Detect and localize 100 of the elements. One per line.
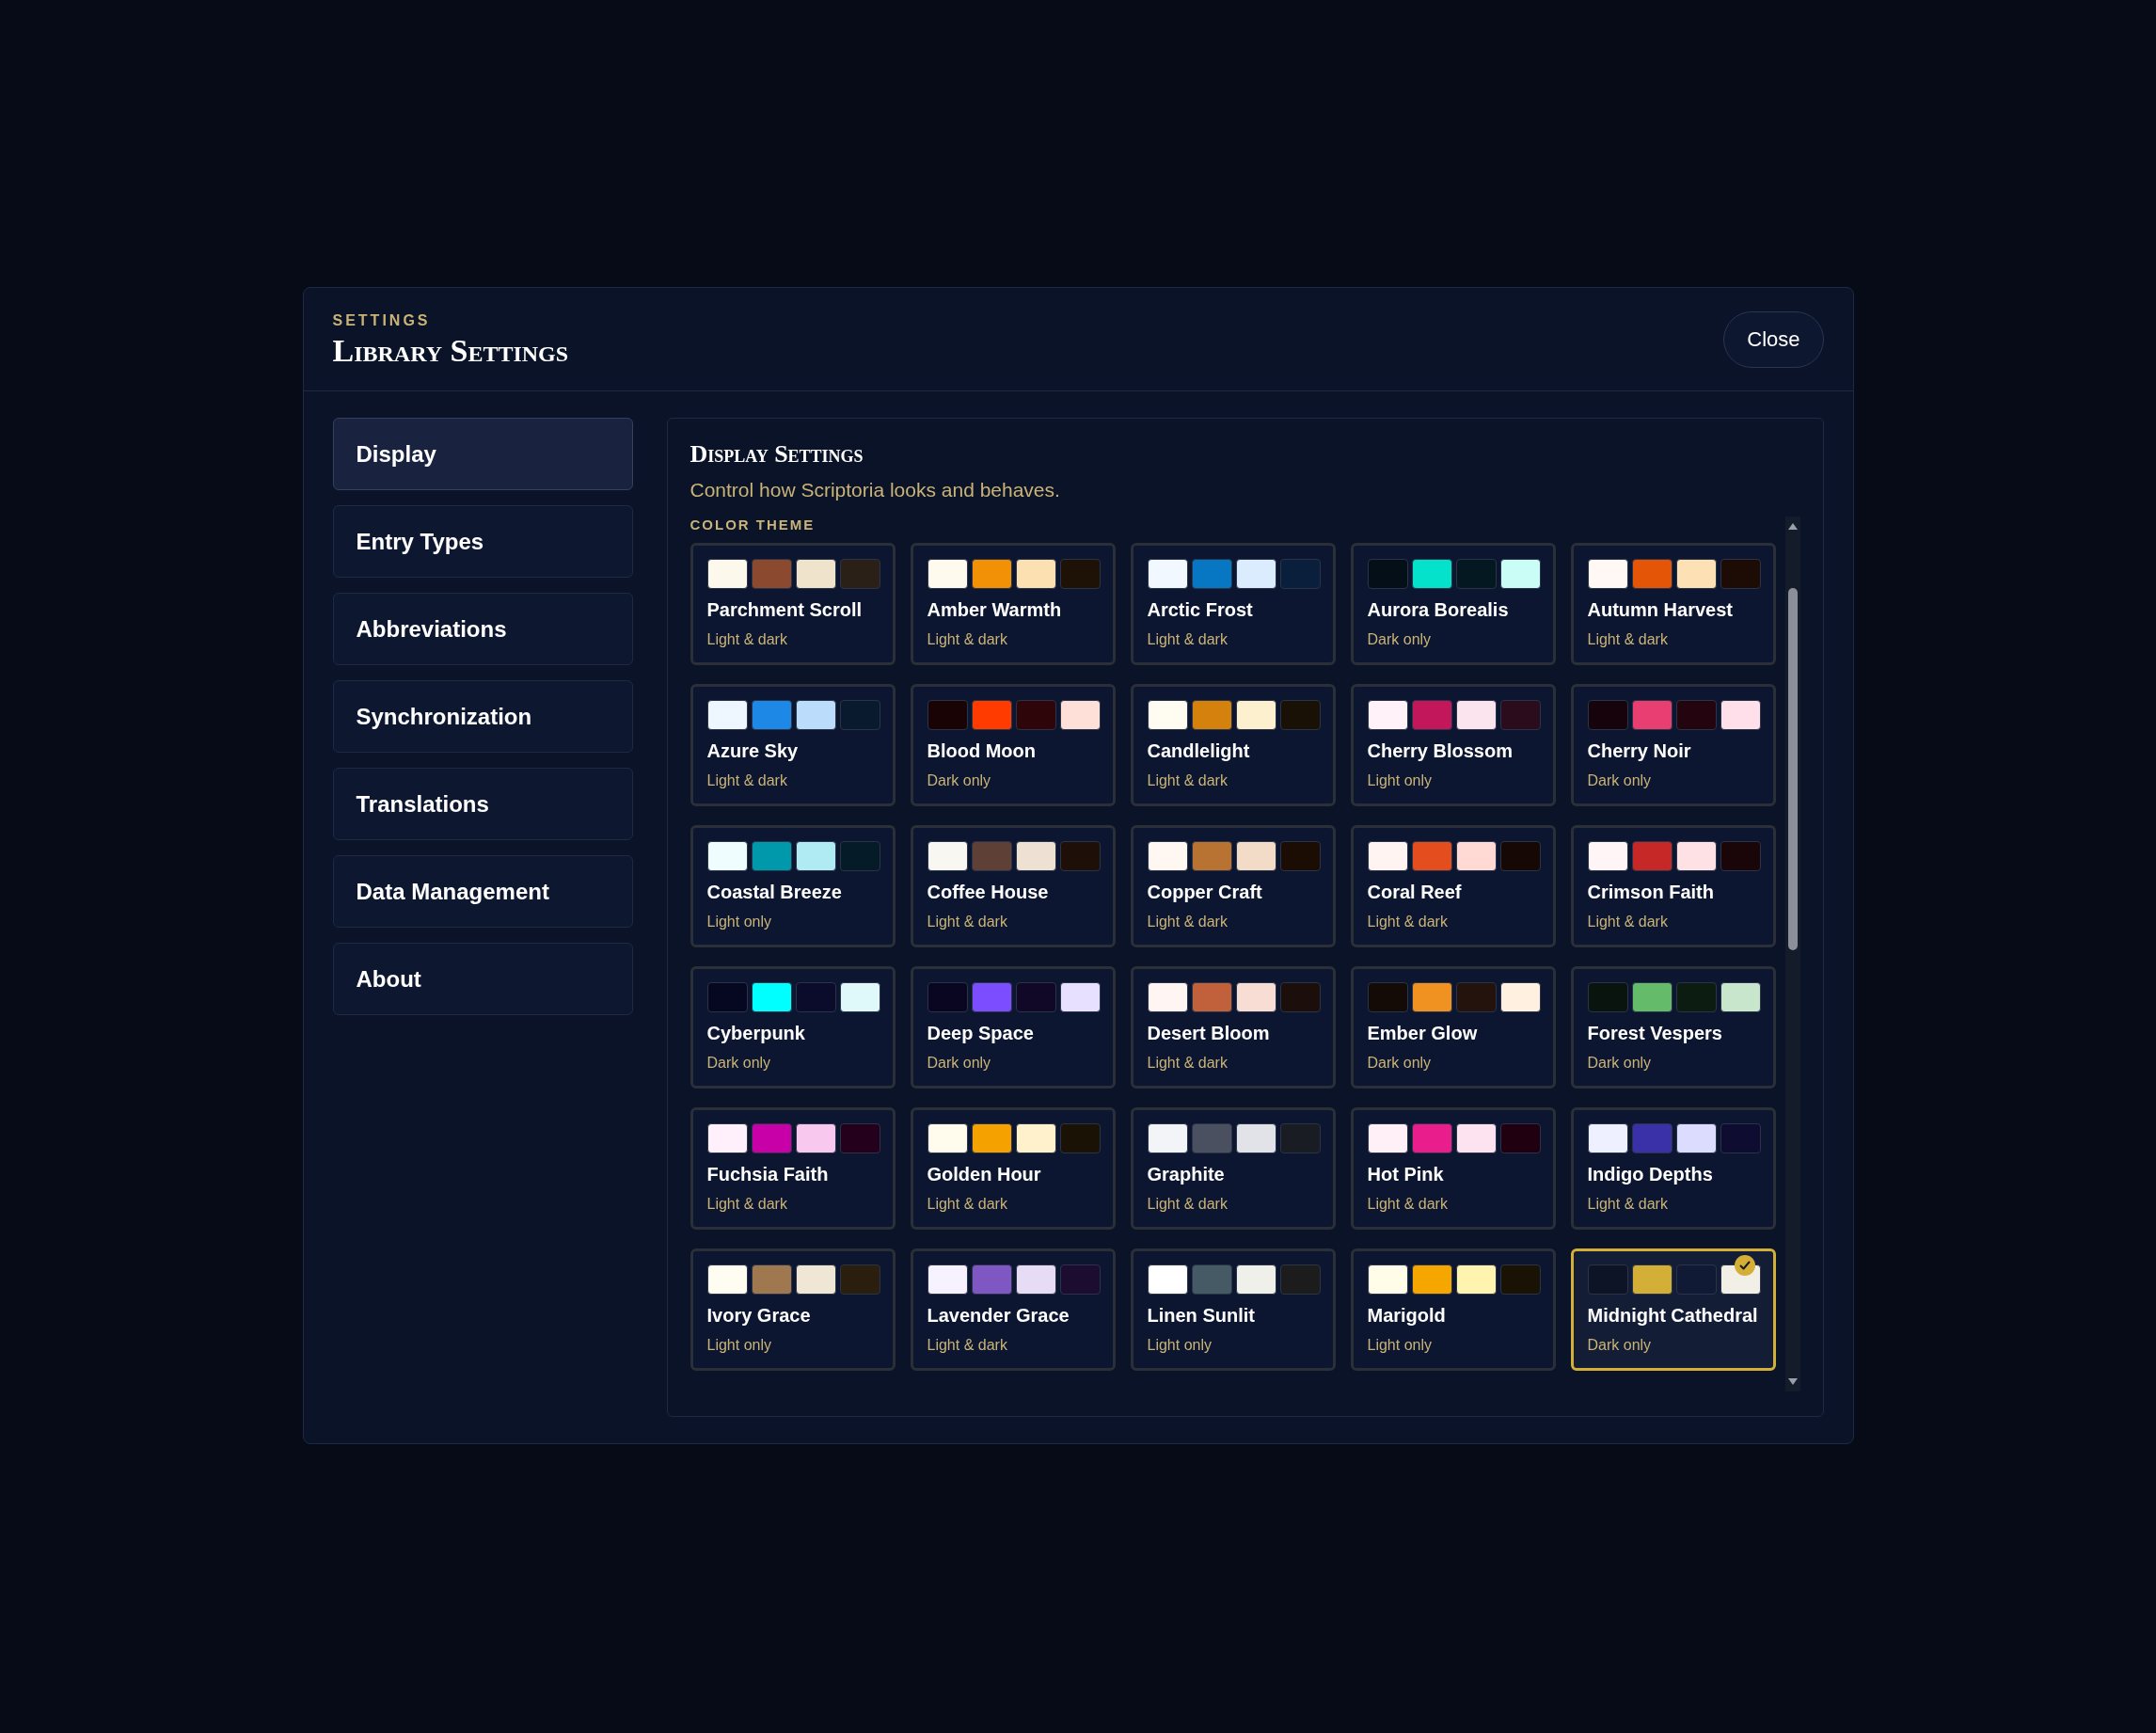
theme-card[interactable]: Cyberpunk Dark only xyxy=(690,966,896,1089)
theme-mode: Light & dark xyxy=(1587,630,1668,649)
theme-card[interactable]: Coastal Breeze Light only xyxy=(690,825,896,947)
sidebar-tab[interactable]: About xyxy=(332,943,633,1015)
theme-mode: Dark only xyxy=(1367,1054,1432,1073)
theme-name: Coffee House xyxy=(927,881,1049,903)
sidebar-tab[interactable]: Data Management xyxy=(332,855,633,928)
sidebar-tab[interactable]: Abbreviations xyxy=(332,593,633,665)
theme-card[interactable]: Autumn Harvest Light & dark xyxy=(1570,543,1776,665)
theme-name: Azure Sky xyxy=(706,739,799,762)
theme-card[interactable]: Fuchsia Faith Light & dark xyxy=(690,1107,896,1230)
theme-mode: Light & dark xyxy=(927,630,1007,649)
theme-card[interactable]: Forest Vespers Dark only xyxy=(1570,966,1776,1089)
theme-card[interactable]: Crimson Faith Light & dark xyxy=(1570,825,1776,947)
theme-name: Lavender Grace xyxy=(927,1304,1070,1327)
theme-card[interactable]: Ivory Grace Light only xyxy=(690,1248,896,1371)
dialog-eyebrow: SETTINGS xyxy=(332,310,432,330)
theme-card[interactable]: Midnight Cathedral Dark only xyxy=(1570,1248,1776,1371)
theme-mode: Light only xyxy=(706,1336,771,1355)
dialog-title: Library Settings xyxy=(332,331,569,370)
theme-name: Arctic Frost xyxy=(1147,598,1253,621)
theme-card[interactable]: Parchment Scroll Light & dark xyxy=(690,543,896,665)
theme-name: Aurora Borealis xyxy=(1367,598,1509,621)
theme-card[interactable]: Desert Bloom Light & dark xyxy=(1130,966,1336,1089)
theme-mode: Light only xyxy=(706,913,771,931)
theme-name: Graphite xyxy=(1147,1163,1225,1185)
theme-name: Blood Moon xyxy=(927,739,1037,762)
sidebar-tab[interactable]: Synchronization xyxy=(332,680,633,753)
theme-mode: Light & dark xyxy=(1147,1195,1228,1214)
theme-mode: Dark only xyxy=(927,771,991,790)
theme-name: Ember Glow xyxy=(1367,1022,1478,1044)
section-label: COLOR THEME xyxy=(690,517,816,533)
theme-name: Midnight Cathedral xyxy=(1587,1304,1758,1327)
theme-card[interactable]: Coffee House Light & dark xyxy=(910,825,1116,947)
theme-card[interactable]: Candlelight Light & dark xyxy=(1130,684,1336,806)
theme-card[interactable]: Graphite Light & dark xyxy=(1130,1107,1336,1230)
theme-mode: Light & dark xyxy=(1147,1054,1228,1073)
theme-name: Linen Sunlit xyxy=(1147,1304,1255,1327)
theme-mode: Dark only xyxy=(1587,771,1652,790)
theme-card[interactable]: Cherry Noir Dark only xyxy=(1570,684,1776,806)
theme-mode: Light & dark xyxy=(706,1195,787,1214)
theme-card[interactable]: Golden Hour Light & dark xyxy=(910,1107,1116,1230)
theme-mode: Dark only xyxy=(706,1054,771,1073)
theme-card[interactable]: Aurora Borealis Dark only xyxy=(1350,543,1556,665)
theme-name: Fuchsia Faith xyxy=(706,1163,829,1185)
theme-card[interactable]: Deep Space Dark only xyxy=(910,966,1116,1089)
theme-name: Hot Pink xyxy=(1367,1163,1444,1185)
theme-name: Forest Vespers xyxy=(1587,1022,1722,1044)
theme-mode: Dark only xyxy=(1587,1336,1652,1355)
theme-card[interactable]: Hot Pink Light & dark xyxy=(1350,1107,1556,1230)
theme-card[interactable]: Amber Warmth Light & dark xyxy=(910,543,1116,665)
theme-mode: Light & dark xyxy=(1147,771,1228,790)
theme-name: Golden Hour xyxy=(927,1163,1041,1185)
theme-mode: Dark only xyxy=(1367,630,1432,649)
theme-card[interactable]: Lavender Grace Light & dark xyxy=(910,1248,1116,1371)
scrollbar[interactable] xyxy=(1784,517,1800,1391)
theme-mode: Light & dark xyxy=(1147,630,1228,649)
theme-mode: Light & dark xyxy=(1147,913,1228,931)
theme-name: Cherry Blossom xyxy=(1367,739,1513,762)
theme-name: Cherry Noir xyxy=(1587,739,1691,762)
theme-mode: Light only xyxy=(1147,1336,1212,1355)
close-button[interactable]: Close xyxy=(1723,310,1824,368)
sidebar-tab[interactable]: Display xyxy=(332,418,633,490)
theme-name: Amber Warmth xyxy=(927,598,1062,621)
theme-card[interactable]: Blood Moon Dark only xyxy=(910,684,1116,806)
theme-name: Coastal Breeze xyxy=(706,881,842,903)
theme-card[interactable]: Copper Craft Light & dark xyxy=(1130,825,1336,947)
theme-mode: Light only xyxy=(1367,771,1432,790)
theme-mode: Light & dark xyxy=(1587,913,1668,931)
theme-name: Cyberpunk xyxy=(706,1022,805,1044)
theme-card[interactable]: Coral Reef Light & dark xyxy=(1350,825,1556,947)
theme-mode: Light & dark xyxy=(927,913,1007,931)
theme-name: Candlelight xyxy=(1147,739,1250,762)
theme-card[interactable]: Linen Sunlit Light only xyxy=(1130,1248,1336,1371)
theme-card[interactable]: Azure Sky Light & dark xyxy=(690,684,896,806)
sidebar-tab[interactable]: Translations xyxy=(332,768,633,840)
theme-name: Coral Reef xyxy=(1367,881,1462,903)
theme-mode: Light & dark xyxy=(1587,1195,1668,1214)
theme-name: Deep Space xyxy=(927,1022,1034,1044)
theme-card[interactable]: Arctic Frost Light & dark xyxy=(1130,543,1336,665)
theme-card[interactable]: Ember Glow Dark only xyxy=(1350,966,1556,1089)
theme-name: Parchment Scroll xyxy=(706,598,862,621)
theme-name: Indigo Depths xyxy=(1587,1163,1713,1185)
theme-mode: Light & dark xyxy=(927,1336,1007,1355)
theme-name: Autumn Harvest xyxy=(1587,598,1733,621)
panel-subtitle: Control how Scriptoria looks and behaves. xyxy=(690,478,1061,502)
theme-card[interactable]: Cherry Blossom Light only xyxy=(1350,684,1556,806)
theme-card[interactable]: Indigo Depths Light & dark xyxy=(1570,1107,1776,1230)
sidebar-tab[interactable]: Entry Types xyxy=(332,505,633,578)
check-icon xyxy=(1734,1255,1755,1276)
scrollbar-thumb[interactable] xyxy=(1787,588,1798,950)
theme-mode: Light & dark xyxy=(1367,913,1448,931)
theme-card[interactable]: Marigold Light only xyxy=(1350,1248,1556,1371)
theme-mode: Dark only xyxy=(927,1054,991,1073)
theme-name: Desert Bloom xyxy=(1147,1022,1270,1044)
theme-mode: Light & dark xyxy=(1367,1195,1448,1214)
theme-name: Copper Craft xyxy=(1147,881,1262,903)
panel-title: Display Settings xyxy=(690,439,864,469)
theme-mode: Light & dark xyxy=(706,771,787,790)
theme-name: Ivory Grace xyxy=(706,1304,811,1327)
